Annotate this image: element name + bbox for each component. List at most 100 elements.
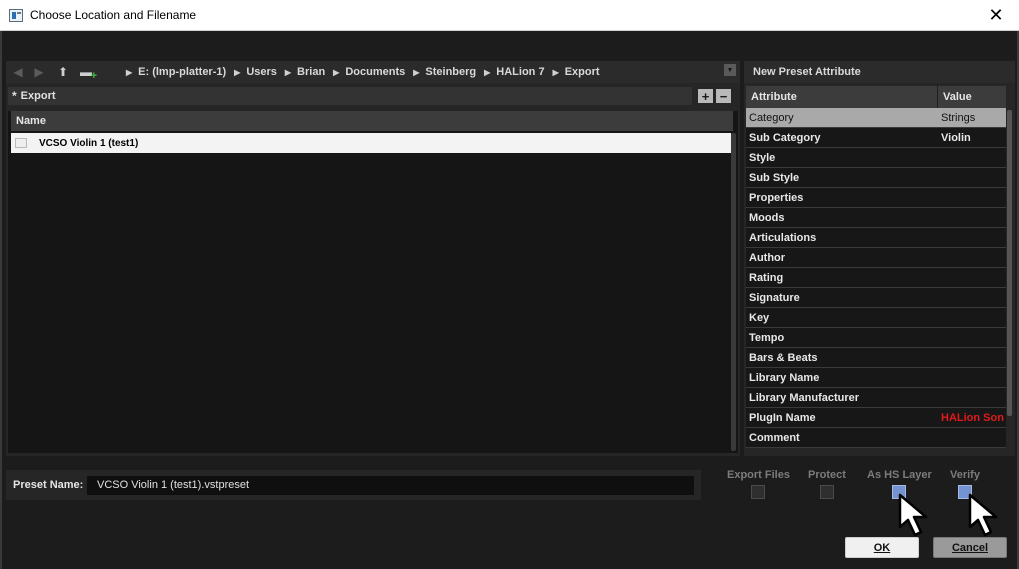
breadcrumb-item[interactable]: Brian (297, 66, 325, 78)
attribute-row[interactable]: Bars & Beats (746, 348, 1006, 368)
column-header-attribute[interactable]: Attribute (746, 86, 938, 108)
breadcrumb-item[interactable]: Steinberg (425, 66, 476, 78)
attribute-row[interactable]: Rating (746, 268, 1006, 288)
attribute-value[interactable] (938, 228, 1004, 247)
attributes-table-header: Attribute Value (746, 86, 1006, 108)
title-bar: Choose Location and Filename ✕ (0, 0, 1019, 31)
attribute-row[interactable]: Properties (746, 188, 1006, 208)
breadcrumb-arrow-icon: ▶ (413, 67, 420, 77)
attribute-row[interactable]: Key (746, 308, 1006, 328)
attribute-name: Bars & Beats (749, 352, 818, 364)
add-location-button[interactable]: + (698, 89, 713, 103)
arrow-right-icon[interactable]: ▶ (31, 64, 47, 80)
breadcrumb-arrow-icon: ▶ (234, 67, 241, 77)
option-label: Protect (808, 469, 846, 481)
attribute-value[interactable] (938, 308, 1004, 327)
location-value: Export (20, 90, 56, 102)
breadcrumb-arrow-icon: ▶ (552, 67, 559, 77)
cancel-button[interactable]: Cancel (933, 537, 1007, 558)
mouse-pointer-icon (968, 493, 998, 537)
history-dropdown-icon[interactable]: ▼ (724, 64, 736, 76)
attribute-value[interactable] (938, 268, 1004, 287)
attribute-row[interactable]: Signature (746, 288, 1006, 308)
breadcrumb-item[interactable]: Documents (345, 66, 405, 78)
location-field[interactable]: * Export (8, 87, 692, 105)
close-button[interactable]: ✕ (973, 0, 1019, 31)
mouse-pointer-icon (898, 493, 928, 537)
window-title: Choose Location and Filename (30, 8, 197, 22)
dialog-body: ◀ ▶ ⬆ ▬ + ▶ E: (lmp-platter-1) ▶ Users ▶ … (0, 31, 1019, 569)
attribute-value[interactable] (938, 348, 1004, 367)
option-label: Verify (950, 469, 980, 481)
app-icon (9, 9, 23, 22)
attribute-row[interactable]: Articulations (746, 228, 1006, 248)
attribute-row[interactable]: Tempo (746, 328, 1006, 348)
attribute-value[interactable] (938, 328, 1004, 347)
breadcrumb-item[interactable]: E: (lmp-platter-1) (138, 66, 226, 78)
attribute-value[interactable] (938, 288, 1004, 307)
breadcrumb-arrow-icon: ▶ (284, 67, 292, 77)
attribute-value[interactable] (938, 388, 1004, 407)
attribute-name: Style (749, 152, 776, 164)
preset-name-field[interactable]: VCSO Violin 1 (test1).vstpreset (87, 476, 694, 495)
protect-checkbox[interactable] (819, 485, 834, 499)
file-name: VCSO Violin 1 (test1) (39, 137, 139, 149)
attribute-row[interactable]: Moods (746, 208, 1006, 228)
attributes-panel-title: New Preset Attribute (744, 61, 1015, 83)
attribute-row[interactable]: Library Manufacturer (746, 388, 1006, 408)
attributes-table: Attribute Value Category Strings Sub Cate… (746, 86, 1006, 448)
arrow-left-icon[interactable]: ◀ (10, 64, 26, 80)
arrow-up-icon[interactable]: ⬆ (55, 64, 71, 80)
attribute-name: Comment (749, 432, 800, 444)
breadcrumb-item[interactable]: Users (246, 66, 277, 78)
attribute-name: Category (749, 112, 794, 124)
breadcrumb-arrow-icon: ▶ (126, 67, 133, 77)
attribute-name: Sub Category (749, 132, 821, 144)
option-label: Export Files (727, 469, 790, 481)
attribute-value[interactable] (938, 188, 1004, 207)
preset-file-icon (15, 138, 27, 148)
attribute-value[interactable]: Violin (938, 128, 1004, 147)
attribute-row[interactable]: PlugIn Name HALion Soni (746, 408, 1006, 428)
attribute-value[interactable] (938, 368, 1004, 387)
attribute-value[interactable] (938, 428, 1004, 447)
attribute-row[interactable]: Sub Style (746, 168, 1006, 188)
attribute-value[interactable]: HALion Soni (938, 408, 1004, 427)
attribute-value[interactable]: Strings (938, 108, 1004, 127)
attribute-row[interactable]: Author (746, 248, 1006, 268)
attribute-row[interactable]: Sub Category Violin (746, 128, 1006, 148)
attribute-name: Sub Style (749, 172, 800, 184)
option-label: As HS Layer (867, 469, 932, 481)
breadcrumb-arrow-icon: ▶ (333, 67, 340, 77)
attribute-name: Rating (749, 272, 784, 284)
attribute-name: Articulations (749, 232, 817, 244)
attribute-name: Moods (749, 212, 785, 224)
preset-name-label: Preset Name: (13, 479, 84, 491)
breadcrumb: ▶ E: (lmp-platter-1) ▶ Users ▶ Brian ▶ D… (126, 66, 608, 78)
breadcrumb-item[interactable]: Export (565, 66, 600, 78)
export-files-checkbox[interactable] (751, 485, 766, 499)
ok-button[interactable]: OK (845, 537, 919, 558)
attributes-panel: New Preset Attribute Attribute Value Cat… (744, 61, 1015, 456)
attribute-value[interactable] (938, 248, 1004, 267)
attribute-row[interactable]: Category Strings (746, 108, 1006, 128)
attribute-name: Properties (749, 192, 804, 204)
attribute-name: Library Name (749, 372, 820, 384)
column-header-name[interactable]: Name (11, 111, 733, 131)
attribute-value[interactable] (938, 168, 1004, 187)
attribute-row[interactable]: Comment (746, 428, 1006, 448)
remove-location-button[interactable]: − (716, 89, 731, 103)
column-header-value[interactable]: Value (938, 86, 1006, 108)
attribute-name: Key (749, 312, 770, 324)
attribute-value[interactable] (938, 148, 1004, 167)
attribute-row[interactable]: Style (746, 148, 1006, 168)
file-list-scrollbar[interactable] (731, 133, 736, 451)
attribute-value[interactable] (938, 208, 1004, 227)
file-row[interactable]: VCSO Violin 1 (test1) (11, 133, 731, 153)
attribute-name: Tempo (749, 332, 785, 344)
new-folder-icon[interactable]: ▬ + (78, 64, 97, 82)
breadcrumb-item[interactable]: HALion 7 (496, 66, 544, 78)
attribute-name: Library Manufacturer (749, 392, 860, 404)
attributes-scrollbar[interactable] (1007, 110, 1012, 416)
attribute-row[interactable]: Library Name (746, 368, 1006, 388)
